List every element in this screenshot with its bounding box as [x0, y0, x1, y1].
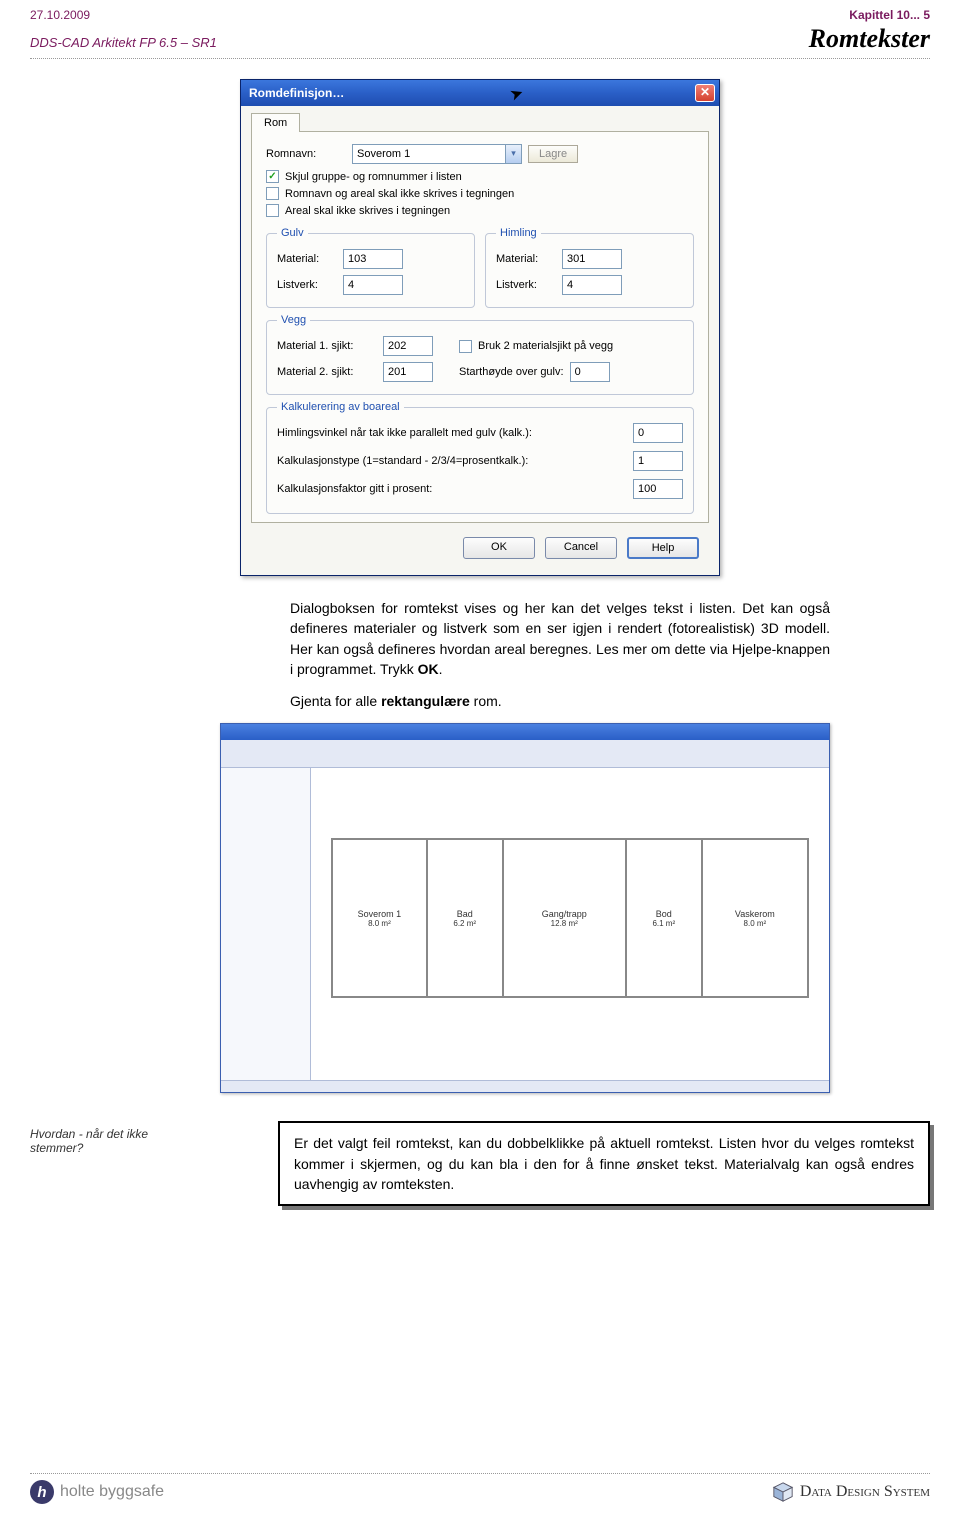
header-date: 27.10.2009 [30, 8, 90, 22]
cube-icon [772, 1481, 794, 1503]
checkbox-romnavn-areal[interactable] [266, 187, 279, 200]
kalk-r3-label: Kalkulasjonsfaktor gitt i prosent: [277, 483, 432, 495]
checkbox-areal-label: Areal skal ikke skrives i tegningen [285, 205, 450, 217]
room-area: 8.0 m² [744, 919, 767, 928]
room-area: 6.2 m² [453, 919, 476, 928]
checkbox-bruk2-label: Bruk 2 materialsjikt på vegg [478, 340, 613, 352]
header-product: DDS-CAD Arkitekt FP 6.5 – SR1 [30, 35, 217, 50]
gulv-material-label: Material: [277, 253, 337, 265]
holte-text: holte byggsafe [60, 1483, 164, 1501]
chevron-down-icon: ▾ [505, 145, 521, 163]
himling-listverk-input[interactable] [562, 275, 622, 295]
para1-a: Dialogboksen for romtekst vises og her k… [290, 600, 830, 677]
page-header: 27.10.2009 Kapittel 10... 5 DDS-CAD Arki… [0, 0, 960, 54]
cad-titlebar [221, 724, 829, 740]
himling-material-label: Material: [496, 253, 556, 265]
gulv-legend: Gulv [277, 227, 308, 239]
cad-toolbar [221, 740, 829, 768]
kalk-legend: Kalkulerering av boareal [277, 401, 404, 413]
footer-divider [30, 1473, 930, 1474]
cancel-button[interactable]: Cancel [545, 537, 617, 559]
checkbox-areal[interactable] [266, 204, 279, 217]
gulv-material-input[interactable] [343, 249, 403, 269]
checkbox-skjul-label: Skjul gruppe- og romnummer i listen [285, 171, 462, 183]
vegg-legend: Vegg [277, 314, 310, 326]
kalk-r3-input[interactable] [633, 479, 683, 499]
page-footer: h holte byggsafe Data Design System [30, 1480, 930, 1504]
kalk-r1-label: Himlingsvinkel når tak ikke parallelt me… [277, 427, 532, 439]
para2-a: Gjenta for alle [290, 693, 381, 709]
romnavn-combo[interactable]: Soverom 1 ▾ [352, 144, 522, 164]
room-name: Soverom 1 [358, 909, 402, 919]
tab-panel: Romnavn: Soverom 1 ▾ Lagre ✓ Skjul grupp… [251, 131, 709, 523]
ok-button[interactable]: OK [463, 537, 535, 559]
header-chapter: Kapittel 10... 5 [849, 8, 930, 22]
vegg-starth-input[interactable] [570, 362, 610, 382]
room-area: 6.1 m² [652, 919, 675, 928]
vegg-starth-label: Starthøyde over gulv: [459, 366, 564, 378]
cad-screenshot: Soverom 1 8.0 m² Bad 6.2 m² Gang/trapp 1… [220, 723, 830, 1093]
vegg-m1-label: Material 1. sjikt: [277, 340, 377, 352]
note-side-label: Hvordan - når det ikke stemmer? [30, 1121, 150, 1155]
room-name: Vaskerom [735, 909, 775, 919]
himling-material-input[interactable] [562, 249, 622, 269]
holte-logo: h holte byggsafe [30, 1480, 164, 1504]
kalk-r2-input[interactable] [633, 451, 683, 471]
kalk-r2-label: Kalkulasjonstype (1=standard - 2/3/4=pro… [277, 455, 528, 467]
note-box: Er det valgt feil romtekst, kan du dobbe… [278, 1121, 930, 1206]
vegg-m2-label: Material 2. sjikt: [277, 366, 377, 378]
cad-canvas: Soverom 1 8.0 m² Bad 6.2 m² Gang/trapp 1… [311, 768, 829, 1080]
help-button[interactable]: Help [627, 537, 699, 559]
close-button[interactable]: ✕ [695, 84, 715, 102]
kalk-group: Kalkulerering av boareal Himlingsvinkel … [266, 401, 694, 514]
kalk-r1-input[interactable] [633, 423, 683, 443]
holte-icon: h [30, 1480, 54, 1504]
himling-legend: Himling [496, 227, 541, 239]
header-divider [30, 58, 930, 59]
himling-group: Himling Material: Listverk: [485, 227, 694, 308]
dds-text: Data Design System [800, 1483, 930, 1501]
vegg-m2-input[interactable] [383, 362, 433, 382]
room-name: Bod [656, 909, 672, 919]
floor-plan: Soverom 1 8.0 m² Bad 6.2 m² Gang/trapp 1… [331, 838, 809, 998]
para2-b: rom. [470, 693, 502, 709]
checkbox-bruk2[interactable] [459, 340, 472, 353]
gulv-listverk-label: Listverk: [277, 279, 337, 291]
romdefinisjon-dialog: Romdefinisjon… ✕ ➤ Rom Romnavn: Soverom … [240, 79, 720, 576]
para1-b: . [439, 661, 443, 677]
cad-tree [221, 768, 311, 1080]
romnavn-label: Romnavn: [266, 148, 346, 160]
room-area: 12.8 m² [551, 919, 578, 928]
checkbox-skjul[interactable]: ✓ [266, 170, 279, 183]
dds-logo: Data Design System [772, 1481, 930, 1503]
vegg-group: Vegg Material 1. sjikt: Bruk 2 materials… [266, 314, 694, 395]
checkbox-romnavn-areal-label: Romnavn og areal skal ikke skrives i teg… [285, 188, 514, 200]
himling-listverk-label: Listverk: [496, 279, 556, 291]
lagre-button[interactable]: Lagre [528, 145, 578, 163]
dialog-titlebar: Romdefinisjon… ✕ [241, 80, 719, 106]
gulv-group: Gulv Material: Listverk: [266, 227, 475, 308]
vegg-m1-input[interactable] [383, 336, 433, 356]
body-text: Dialogboksen for romtekst vises og her k… [290, 598, 830, 711]
para2-bold: rektangulære [381, 693, 470, 709]
gulv-listverk-input[interactable] [343, 275, 403, 295]
romnavn-value: Soverom 1 [357, 148, 410, 160]
room-name: Bad [457, 909, 473, 919]
tab-rom[interactable]: Rom [251, 113, 300, 132]
page-title: Romtekster [809, 24, 930, 54]
para1-bold: OK [418, 661, 439, 677]
dialog-title: Romdefinisjon… [249, 86, 344, 100]
room-area: 8.0 m² [368, 919, 391, 928]
room-name: Gang/trapp [542, 909, 587, 919]
cad-statusbar [221, 1080, 829, 1092]
